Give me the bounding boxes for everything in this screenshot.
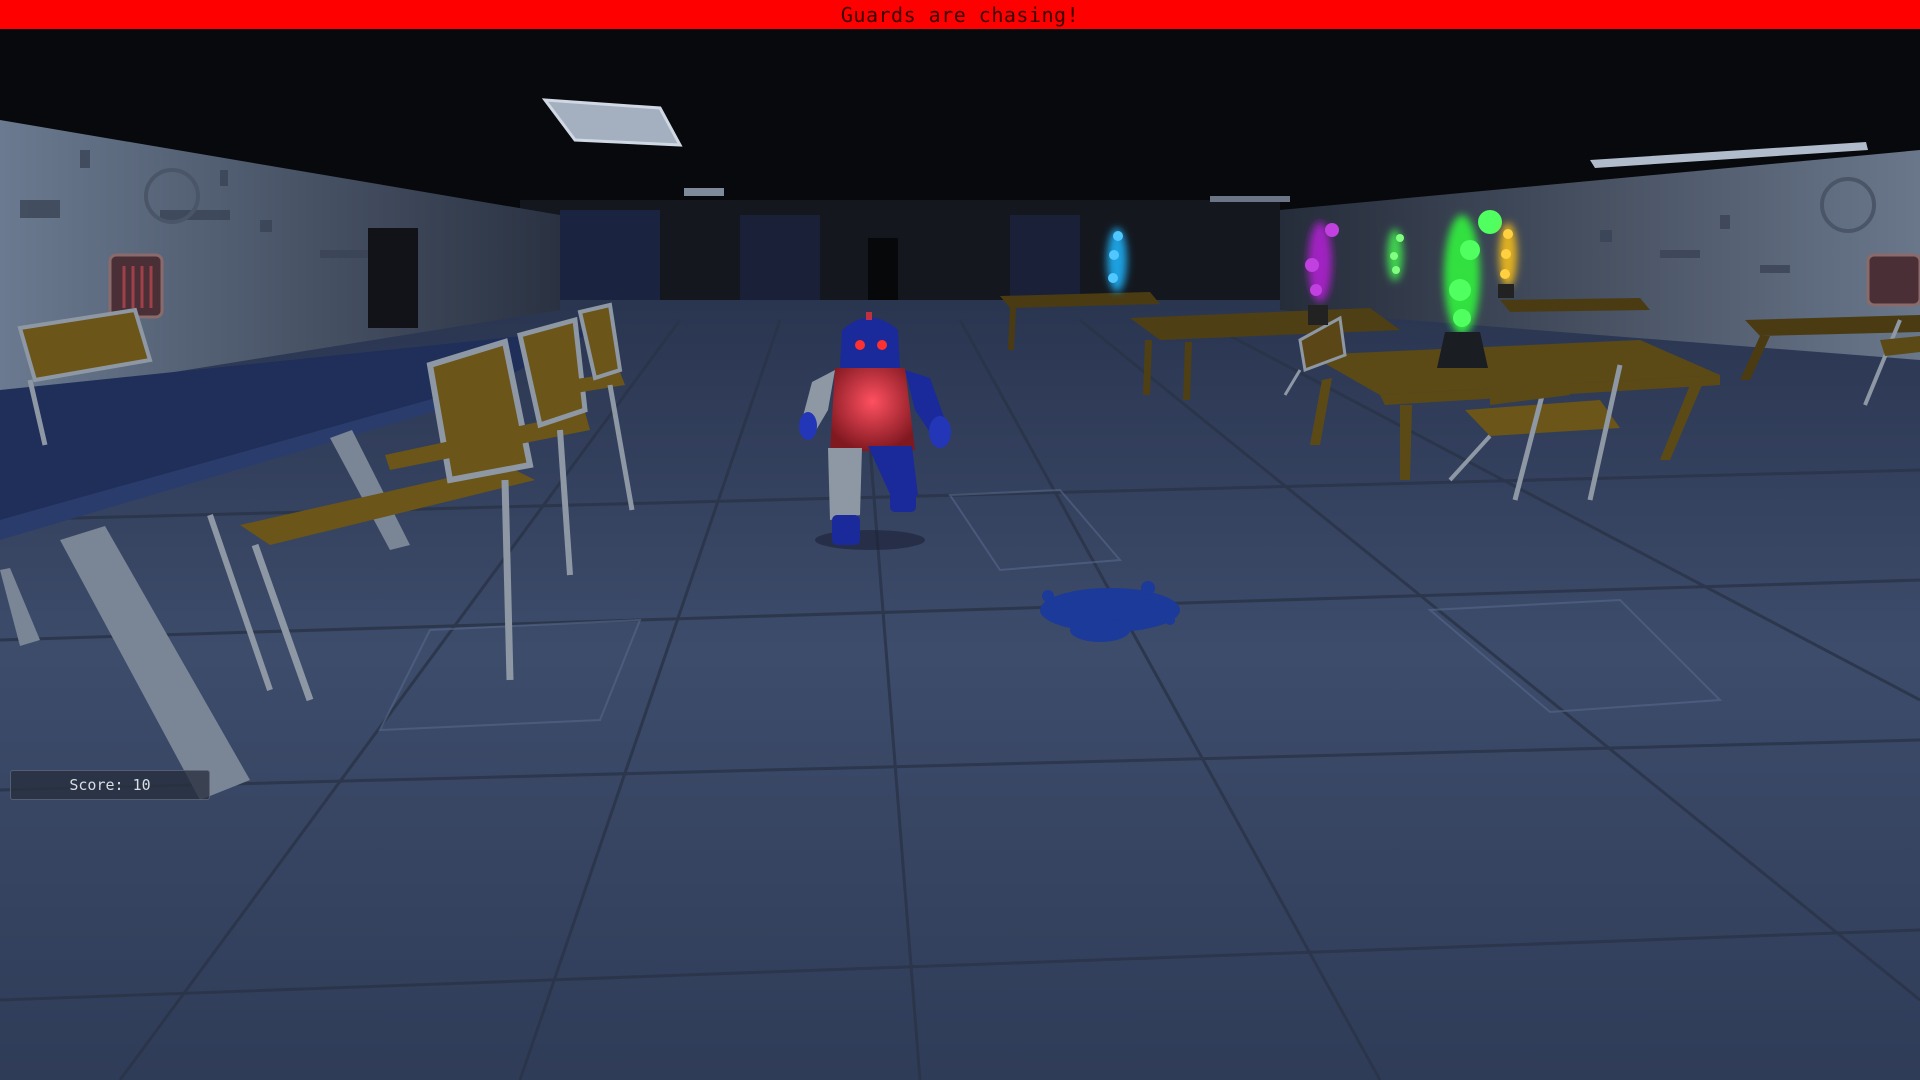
alert-banner: Guards are chasing! xyxy=(0,0,1920,29)
alert-message: Guards are chasing! xyxy=(840,2,1080,27)
back-doorway xyxy=(868,238,898,308)
wall-vent xyxy=(1866,253,1920,307)
lava-lamp-cyan xyxy=(1107,228,1127,292)
wall-vent xyxy=(108,253,164,319)
score-display: Score: 10 xyxy=(10,770,210,800)
wall-door xyxy=(368,228,418,328)
game-viewport[interactable] xyxy=(0,0,1920,1080)
score-label: Score: xyxy=(69,776,124,794)
back-pillar xyxy=(560,210,660,315)
ceiling-light xyxy=(1210,196,1290,202)
ceiling-light xyxy=(684,188,724,196)
score-value: 10 xyxy=(132,776,151,794)
